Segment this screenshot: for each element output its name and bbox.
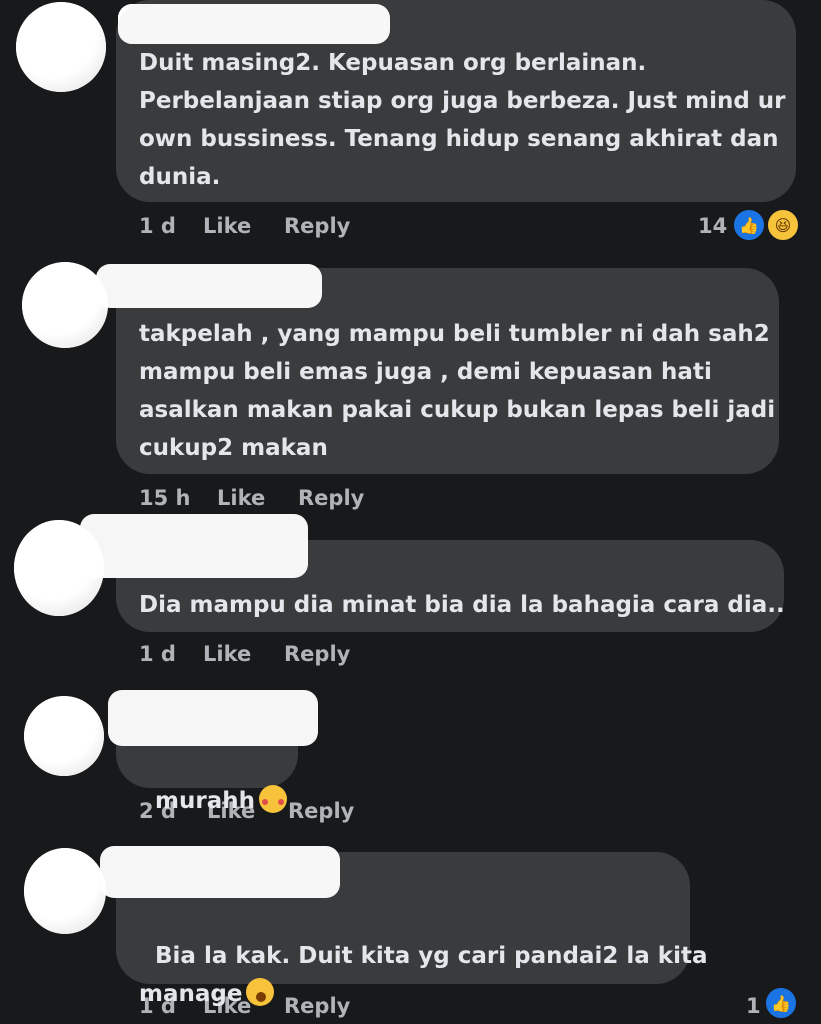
comment-text: murahh bbox=[139, 744, 287, 820]
smiling-face-with-hearts-icon bbox=[258, 785, 287, 813]
reply-button[interactable]: Reply bbox=[284, 214, 350, 238]
comment-time[interactable]: 1 d bbox=[139, 642, 176, 666]
like-icon: 👍 bbox=[732, 208, 766, 242]
like-button[interactable]: Like bbox=[217, 486, 265, 510]
yawning-face-icon bbox=[246, 978, 275, 1006]
comment-text: takpelah , yang mampu beli tumbler ni da… bbox=[139, 321, 776, 461]
commenter-name-redacted bbox=[108, 690, 318, 746]
comment-text-label: murahh bbox=[155, 788, 255, 814]
avatar[interactable] bbox=[24, 848, 106, 934]
comment-text: Duit masing2. Kepuasan org berlainan. Pe… bbox=[139, 50, 786, 190]
reply-button[interactable]: Reply bbox=[298, 486, 364, 510]
comment-text-label: Bia la kak. Duit kita yg cari pandai2 la… bbox=[139, 943, 708, 1007]
reaction-count[interactable]: 1 bbox=[746, 994, 761, 1018]
like-button[interactable]: Like bbox=[203, 214, 251, 238]
commenter-name-redacted bbox=[96, 264, 322, 308]
reply-button[interactable]: Reply bbox=[288, 799, 354, 823]
haha-icon: 😆 bbox=[766, 208, 800, 242]
commenter-name-redacted bbox=[118, 4, 390, 44]
like-icon: 👍 bbox=[764, 986, 798, 1020]
comment-time[interactable]: 15 h bbox=[139, 486, 191, 510]
comment-text: Dia mampu dia minat bia dia la bahagia c… bbox=[139, 592, 785, 618]
commenter-name-redacted bbox=[100, 846, 340, 898]
reply-button[interactable]: Reply bbox=[284, 642, 350, 666]
like-button[interactable]: Like bbox=[203, 642, 251, 666]
comment-time[interactable]: 1 d bbox=[139, 214, 176, 238]
commenter-name-redacted bbox=[80, 514, 308, 578]
comment-text: Bia la kak. Duit kita yg cari pandai2 la… bbox=[139, 899, 707, 1013]
reaction-count[interactable]: 14 bbox=[698, 214, 727, 238]
avatar[interactable] bbox=[16, 2, 106, 92]
avatar[interactable] bbox=[22, 262, 108, 348]
avatar[interactable] bbox=[24, 696, 104, 776]
